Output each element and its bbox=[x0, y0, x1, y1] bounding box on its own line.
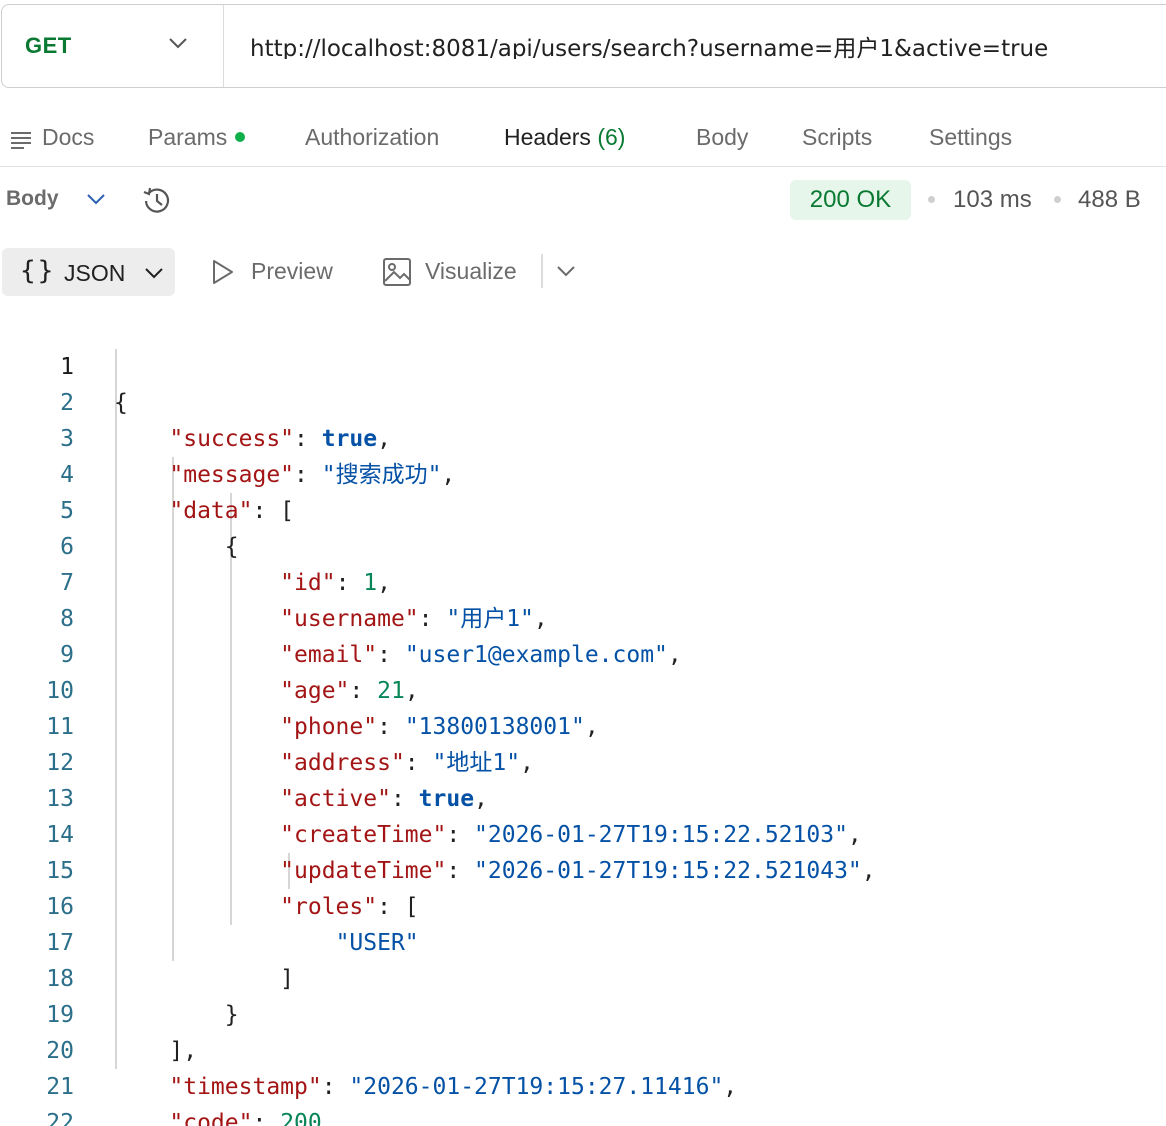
code-line: 1 { bbox=[0, 313, 1166, 416]
chevron-down-icon bbox=[169, 38, 187, 49]
url-input[interactable] bbox=[250, 33, 1150, 59]
tab-docs[interactable]: Docs bbox=[42, 124, 94, 151]
response-size: 488 B bbox=[1078, 186, 1141, 213]
json-value: 200 bbox=[280, 1110, 322, 1126]
code-line: 9 "age": 21, bbox=[0, 601, 1166, 704]
tab-authorization[interactable]: Authorization bbox=[305, 124, 439, 151]
code-line: 18 } bbox=[0, 925, 1166, 1028]
json-format-label: JSON bbox=[64, 260, 126, 286]
json-format-button[interactable]: {} JSON bbox=[2, 248, 175, 296]
code-line: 4 "data": [ bbox=[0, 421, 1166, 524]
code-line: 14 "updateTime": "2026-01-27T19:15:22.52… bbox=[0, 781, 1166, 884]
code-line: 15 "roles": [ bbox=[0, 817, 1166, 920]
code-line: 16 "USER" bbox=[0, 853, 1166, 956]
response-bar: Body 200 OK 103 ms 488 B bbox=[0, 175, 1166, 227]
visualize-button[interactable]: Visualize bbox=[425, 258, 517, 285]
code-line: 20 "timestamp": "2026-01-27T19:15:27.114… bbox=[0, 997, 1166, 1100]
separator-dot bbox=[928, 196, 935, 203]
method-label: GET bbox=[25, 33, 72, 58]
code-line: 13 "createTime": "2026-01-27T19:15:22.52… bbox=[0, 745, 1166, 848]
play-icon[interactable] bbox=[211, 259, 235, 285]
preview-button[interactable]: Preview bbox=[251, 258, 333, 285]
params-indicator-dot bbox=[235, 131, 246, 142]
code-line: 19 ], bbox=[0, 961, 1166, 1064]
format-bar: {} JSON Preview Visualize bbox=[0, 246, 1166, 298]
code-line: 11 "address": "地址1", bbox=[0, 673, 1166, 776]
chevron-down-icon[interactable] bbox=[556, 265, 576, 277]
json-key: "code" bbox=[169, 1110, 253, 1126]
tab-scripts[interactable]: Scripts bbox=[802, 124, 872, 151]
code-line: 3 "message": "搜索成功", bbox=[0, 385, 1166, 488]
json-code-view[interactable]: 1 { 2 "success": true, 3 "message": "搜索成… bbox=[0, 313, 1166, 1126]
status-badge: 200 OK bbox=[790, 180, 911, 220]
code-line: 7 "username": "用户1", bbox=[0, 529, 1166, 632]
docs-icon bbox=[11, 132, 31, 149]
code-line: 2 "success": true, bbox=[0, 349, 1166, 452]
code-line: 8 "email": "user1@example.com", bbox=[0, 565, 1166, 668]
tab-settings[interactable]: Settings bbox=[929, 124, 1012, 151]
line-text: "code": 200 bbox=[114, 1105, 322, 1126]
code-line: 10 "phone": "13800138001", bbox=[0, 637, 1166, 740]
tab-headers[interactable]: Headers (6) bbox=[504, 124, 625, 151]
history-icon[interactable] bbox=[140, 184, 174, 218]
divider bbox=[541, 254, 543, 288]
chevron-down-icon[interactable] bbox=[86, 193, 106, 205]
request-tabs: Docs Params Authorization Headers (6) Bo… bbox=[0, 112, 1166, 167]
tab-body[interactable]: Body bbox=[696, 124, 748, 151]
method-select[interactable]: GET bbox=[2, 5, 224, 87]
code-line: 5 { bbox=[0, 457, 1166, 560]
tab-params[interactable]: Params bbox=[148, 124, 246, 151]
chevron-down-icon bbox=[145, 268, 163, 279]
code-line: 12 "active": true, bbox=[0, 709, 1166, 812]
image-icon[interactable] bbox=[382, 257, 412, 287]
separator-dot bbox=[1054, 196, 1061, 203]
code-line: 6 "id": 1, bbox=[0, 493, 1166, 596]
response-body-select[interactable]: Body bbox=[6, 187, 59, 211]
tab-headers-label: Headers bbox=[504, 124, 591, 150]
response-time: 103 ms bbox=[953, 186, 1032, 213]
request-url-bar: GET bbox=[1, 4, 1166, 88]
code-line: 21 "code": 200 bbox=[0, 1033, 1166, 1126]
braces-icon: {} bbox=[20, 256, 56, 286]
code-line: 17 ] bbox=[0, 889, 1166, 992]
tab-params-label: Params bbox=[148, 124, 228, 150]
tab-headers-count: (6) bbox=[597, 124, 626, 150]
line-number: 22 bbox=[46, 1110, 74, 1126]
code-line: 22 } bbox=[0, 1069, 1166, 1126]
